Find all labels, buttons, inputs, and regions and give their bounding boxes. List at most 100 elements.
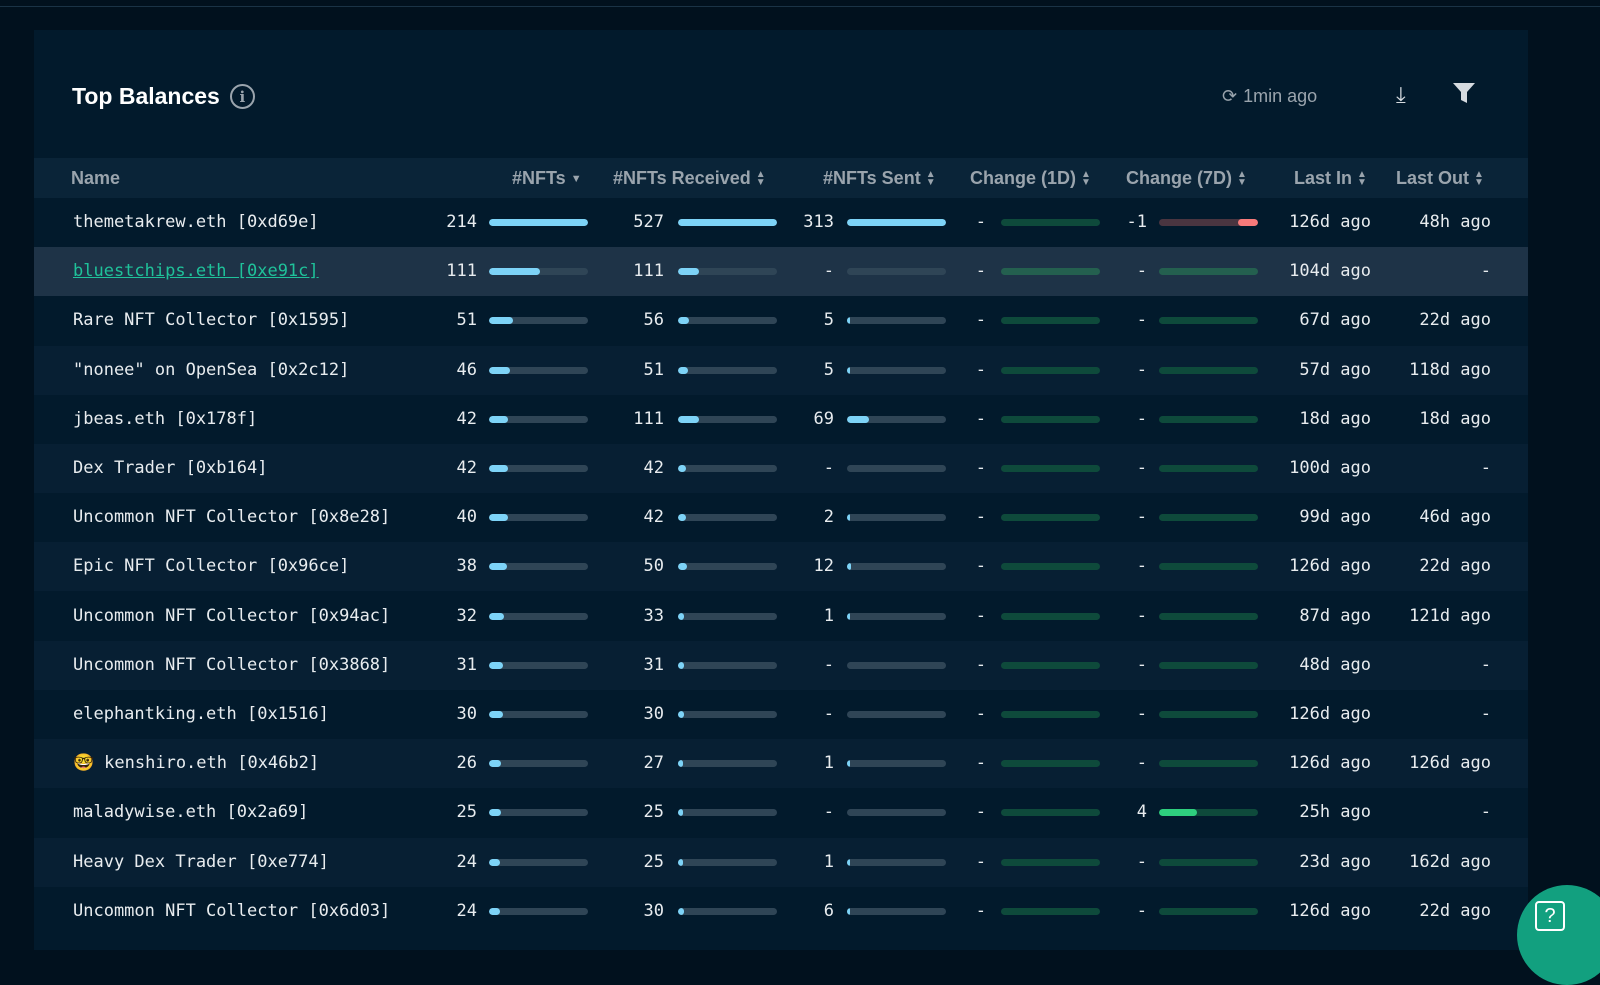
received-value: 527 <box>633 212 664 232</box>
column-nfts[interactable]: #NFTs ▼ <box>512 168 582 189</box>
change-1d-value: - <box>975 507 986 528</box>
last-in-value: 18d ago <box>1299 408 1371 429</box>
last-updated-text: 1min ago <box>1243 86 1318 106</box>
table-row[interactable]: Uncommon NFT Collector [0x94ac] 32 33 1 - - 87… <box>34 592 1528 641</box>
received-value: 25 <box>643 851 664 872</box>
table-row[interactable]: Epic NFT Collector [0x96ce] 38 50 12 - - 126d … <box>34 542 1528 592</box>
table-row[interactable]: Rare NFT Collector [0x1595] 51 56 5 - - 67d ag… <box>34 296 1528 345</box>
download-icon[interactable]: ⤓ <box>1396 82 1406 108</box>
nfts-bar <box>489 465 588 472</box>
nfts-bar <box>489 317 588 325</box>
name-cell: Rare NFT Collector [0x1595] <box>73 310 349 330</box>
change-7d-bar <box>1159 317 1258 325</box>
last-in-value: 126d ago <box>1289 212 1371 232</box>
nfts-bar <box>489 760 588 768</box>
change-1d-value: - <box>975 408 986 429</box>
received-value: 56 <box>643 310 664 331</box>
last-out-value: 22d ago <box>1419 556 1491 577</box>
table-row[interactable]: 🤓 kenshiro.eth [0x46b2] 26 27 1 - - 126d ago 126… <box>34 739 1528 789</box>
nfts-bar <box>489 219 588 226</box>
last-out-value: 22d ago <box>1419 310 1491 331</box>
change-7d-value: - <box>1136 753 1147 774</box>
change-1d-bar <box>1001 858 1100 866</box>
received-value: 51 <box>643 359 664 380</box>
received-value: 27 <box>643 753 664 774</box>
nfts-bar <box>489 661 588 669</box>
column-change-7d[interactable]: Change (7D) ▲ ▼ <box>1126 168 1247 189</box>
table-row[interactable]: bluestchips.eth [0xe91c] 111 111 - - - 104d ag… <box>34 247 1528 297</box>
change-7d-value: - <box>1136 605 1147 626</box>
change-1d-bar <box>1001 268 1100 276</box>
change-1d-value: - <box>975 212 986 232</box>
change-1d-value: - <box>975 458 986 478</box>
table-row[interactable]: Uncommon NFT Collector [0x3868] 31 31 - - - 48… <box>34 640 1528 690</box>
last-in-value: 67d ago <box>1299 310 1371 331</box>
received-value: 111 <box>633 408 664 429</box>
nfts-value: 25 <box>456 802 477 823</box>
change-7d-bar <box>1159 907 1258 915</box>
table-row[interactable]: maladywise.eth [0x2a69] 25 25 - - 4 25h ago - <box>34 788 1528 837</box>
column-last-out[interactable]: Last Out ▲ ▼ <box>1396 168 1484 189</box>
address-name: "nonee" on OpenSea [0x2c12] <box>73 359 350 380</box>
table-row[interactable]: elephantking.eth [0x1516] 30 30 - - - 126d ago… <box>34 690 1528 739</box>
address-link[interactable]: bluestchips.eth [0xe91c] <box>73 261 319 281</box>
last-out-value: - <box>1480 802 1491 823</box>
received-value: 111 <box>633 261 664 282</box>
change-7d-value: - <box>1136 408 1147 429</box>
help-button[interactable]: ? <box>1517 885 1600 985</box>
page-title: Top Balances <box>72 83 220 109</box>
change-7d-bar <box>1159 268 1258 276</box>
emoji-icon: 🤓 <box>73 753 95 774</box>
change-7d-bar <box>1159 809 1258 817</box>
info-icon[interactable]: i <box>229 84 255 109</box>
table-row[interactable]: Heavy Dex Trader [0xe774] 24 25 1 - - 23d ago 1… <box>34 837 1528 887</box>
help-icon: ? <box>1535 901 1565 931</box>
change-7d-bar <box>1159 415 1258 423</box>
table-row[interactable]: Uncommon NFT Collector [0x8e28] 40 42 2 - - 99… <box>34 493 1528 542</box>
table-row[interactable]: Uncommon NFT Collector [0x6d03] 24 30 6 - - 12… <box>34 887 1528 936</box>
nfts-value: 40 <box>456 507 477 528</box>
column-sent[interactable]: #NFTs Sent ▲ ▼ <box>823 168 936 189</box>
sort-icon: ▲ ▼ <box>1474 168 1484 188</box>
refresh-clock-icon[interactable]: ⟳ <box>1222 86 1237 107</box>
received-bar <box>678 760 777 768</box>
received-bar <box>678 907 777 915</box>
address-name: Heavy Dex Trader [0xe774] <box>73 851 329 872</box>
sent-value: - <box>823 704 834 724</box>
received-bar <box>678 563 777 571</box>
last-out-value: 18d ago <box>1419 408 1491 429</box>
change-1d-value: - <box>975 753 986 774</box>
sent-value: 1 <box>823 753 834 774</box>
change-7d-value: - <box>1136 851 1147 872</box>
filter-icon[interactable] <box>1452 82 1476 110</box>
table-row[interactable]: themetakrew.eth [0xd69e] 214 527 313 - -1 126d… <box>34 198 1528 247</box>
change-7d-bar <box>1159 465 1258 472</box>
top-divider <box>0 6 1600 7</box>
address-name: Epic NFT Collector [0x96ce] <box>73 556 350 577</box>
change-7d-value: - <box>1136 900 1147 921</box>
panel-header: Top Balances i <box>72 83 255 110</box>
change-7d-value: 4 <box>1136 802 1147 823</box>
column-change-1d[interactable]: Change (1D) ▲ ▼ <box>970 168 1091 189</box>
nfts-value: 30 <box>456 704 477 724</box>
table-row[interactable]: Dex Trader [0xb164] 42 42 - - - 100d ago - <box>34 444 1528 493</box>
received-bar <box>678 661 777 669</box>
change-1d-bar <box>1001 514 1100 522</box>
last-out-value: 22d ago <box>1419 900 1491 921</box>
sent-value: 12 <box>813 556 834 577</box>
change-1d-bar <box>1001 612 1100 620</box>
table-row[interactable]: "nonee" on OpenSea [0x2c12] 46 51 5 - - 57d ag… <box>34 345 1528 395</box>
table-row[interactable]: jbeas.eth [0x178f] 42 111 69 - - 18d ago 18d ag… <box>34 395 1528 444</box>
column-name[interactable]: Name <box>71 168 120 189</box>
last-out-value: - <box>1480 704 1491 724</box>
received-bar <box>678 366 777 374</box>
last-out-value: 121d ago <box>1409 605 1491 626</box>
column-last-in[interactable]: Last In ▲ ▼ <box>1294 168 1367 189</box>
sent-value: 2 <box>823 507 834 528</box>
last-in-value: 25h ago <box>1299 802 1371 823</box>
change-7d-bar <box>1159 711 1258 718</box>
column-received[interactable]: #NFTs Received ▲ ▼ <box>613 168 766 189</box>
nfts-value: 32 <box>456 605 477 626</box>
name-cell: Heavy Dex Trader [0xe774] <box>73 852 329 872</box>
change-7d-bar <box>1159 612 1258 620</box>
